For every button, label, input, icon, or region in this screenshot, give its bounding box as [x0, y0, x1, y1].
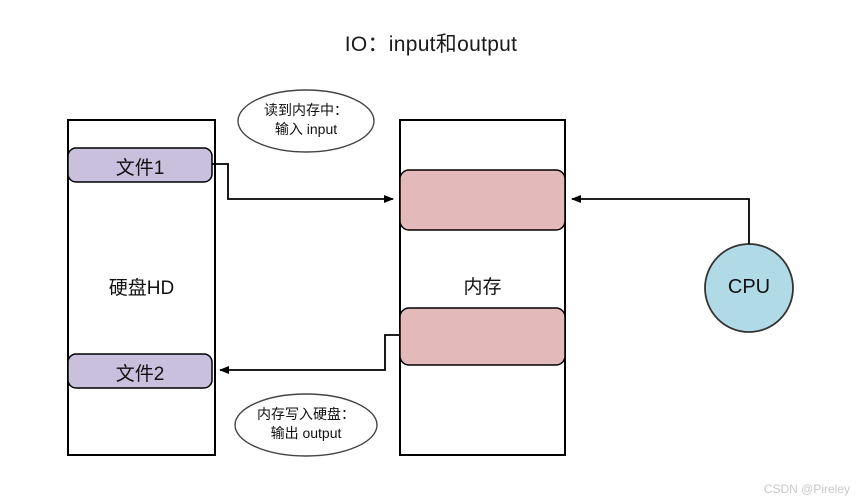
- output-callout-line2: 输出 output: [270, 424, 342, 441]
- output-callout-text: 内存写入硬盘： 输出 output: [233, 405, 379, 443]
- output-callout-line1: 内存写入硬盘：: [257, 406, 355, 422]
- output-arrow: [219, 334, 400, 374]
- hard-disk-label: 硬盘HD: [108, 278, 175, 299]
- diagram-canvas: [67, 89, 794, 457]
- cpu-arrow: [571, 195, 750, 244]
- memory-block-bottom[interactable]: [399, 307, 566, 366]
- input-callout-text: 读到内存中： 输入 input: [236, 101, 376, 139]
- file2-label: 文件2: [115, 364, 165, 385]
- watermark: CSDN @Pireley: [763, 482, 850, 496]
- input-callout-line1: 读到内存中：: [264, 102, 348, 118]
- input-callout-line2: 输入 input: [274, 120, 338, 137]
- page-title: IO：input和output: [344, 33, 518, 56]
- memory-label: 内存: [463, 277, 502, 298]
- cpu-label: CPU: [727, 276, 771, 298]
- file1-label: 文件1: [115, 158, 165, 179]
- input-arrow: [212, 163, 394, 203]
- memory-block-top[interactable]: [399, 169, 566, 231]
